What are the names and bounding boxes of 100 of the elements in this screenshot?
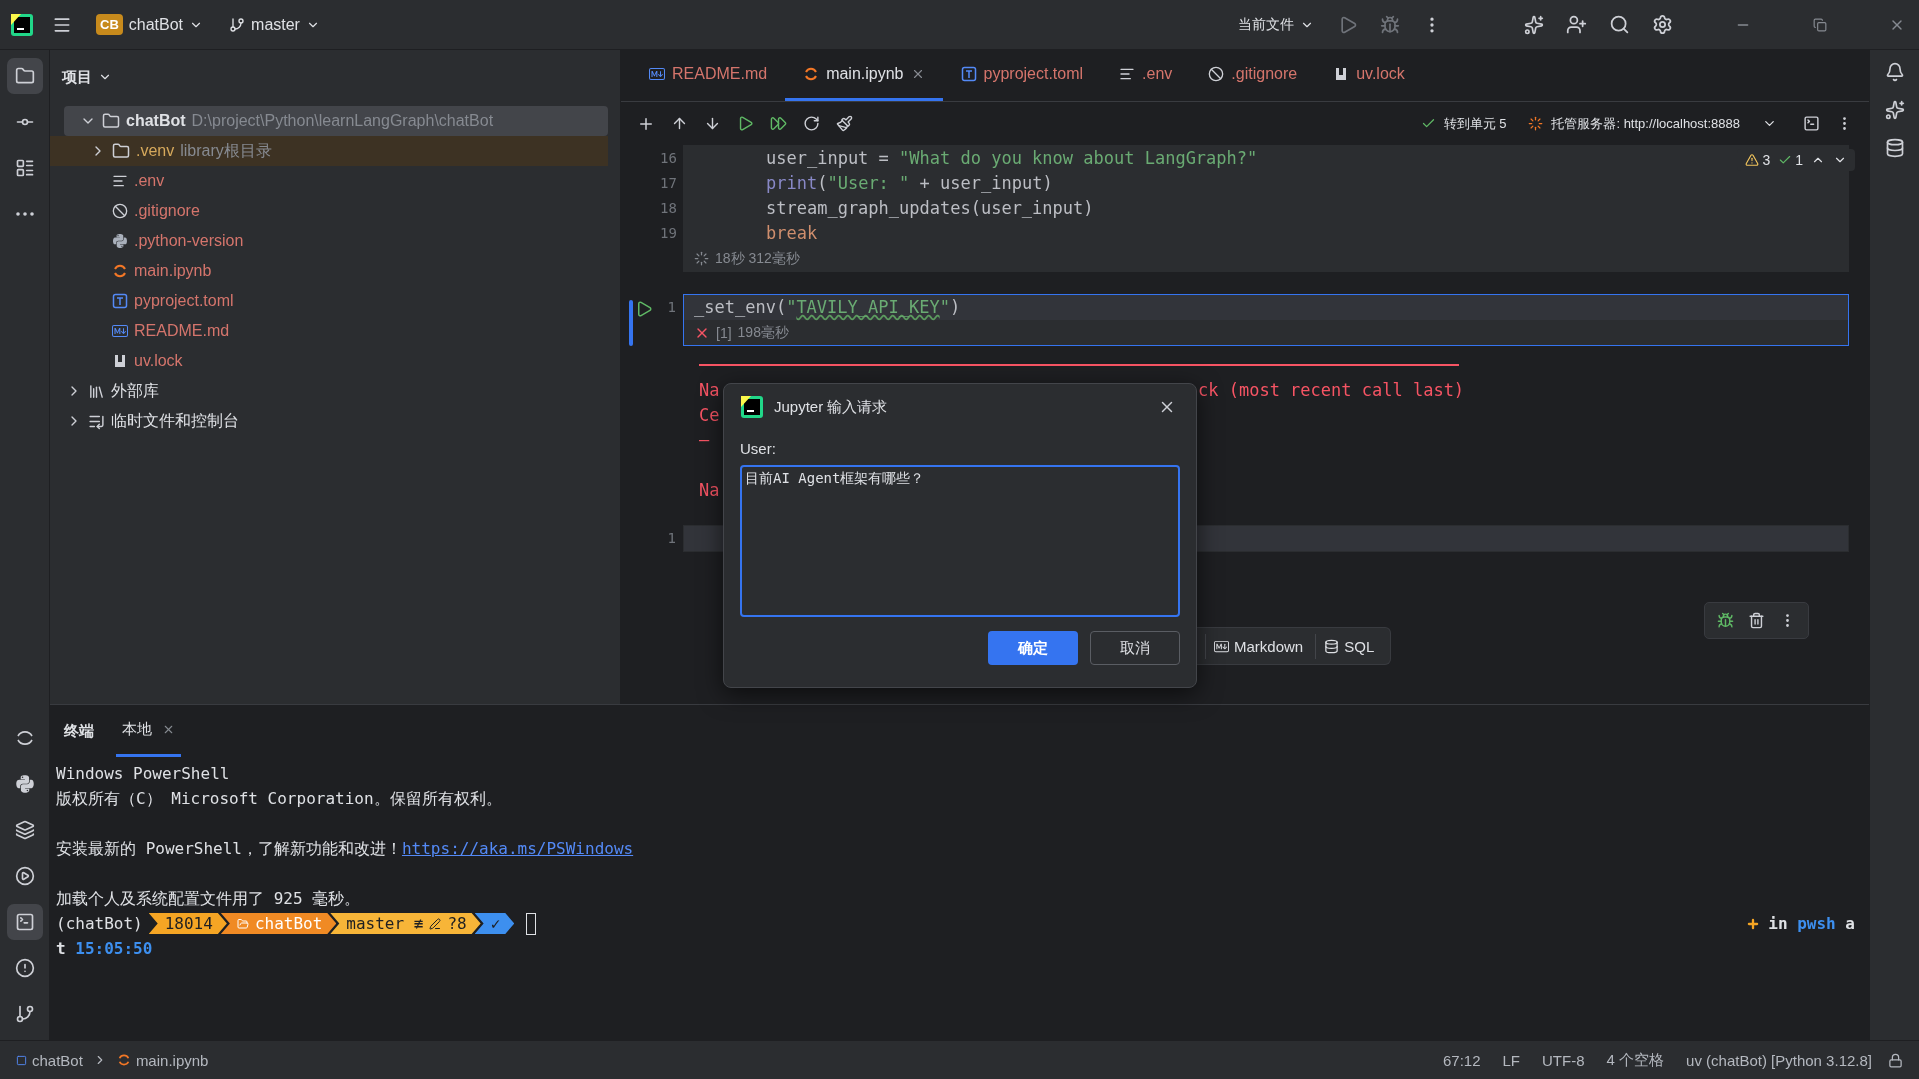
spinner-icon <box>1528 116 1544 131</box>
warning-count: 3 <box>1762 152 1771 168</box>
server-selector[interactable]: 托管服务器: http://localhost:8888 <box>1551 114 1740 133</box>
arc-icon <box>14 728 35 748</box>
status-item[interactable]: 4 个空格 <box>1600 1050 1671 1070</box>
folder-icon <box>236 917 249 930</box>
run-config-selector[interactable]: 当前文件 <box>1232 11 1320 38</box>
app-logo-icon[interactable] <box>740 395 764 419</box>
breadcrumb[interactable]: main.ipynb <box>135 1051 209 1069</box>
breadcrumb[interactable]: chatBot <box>32 1051 83 1069</box>
lock-icon[interactable] <box>1888 1052 1903 1068</box>
code-line: break <box>765 222 818 245</box>
app-logo-icon[interactable] <box>10 12 34 37</box>
tree-item[interactable]: .gitignore <box>50 196 608 226</box>
file-name: chatBot <box>126 112 186 130</box>
terminal-cursor <box>526 912 537 935</box>
project-selector[interactable]: CB chatBot <box>90 10 210 39</box>
terminal-text: Windows PowerShell <box>56 764 230 783</box>
ignore-file-icon <box>112 203 128 219</box>
prompt-segment: master ≢ ?8 <box>330 913 481 934</box>
field-label: User: <box>740 440 777 457</box>
input-field[interactable]: 目前AI Agent框架有哪些？ <box>740 465 1180 617</box>
code-line: _set_env("TAVILY_API_KEY") <box>694 296 961 319</box>
status-item[interactable]: UTF-8 <box>1536 1051 1591 1069</box>
line-number: 19 <box>660 224 676 243</box>
python-icon <box>112 233 128 249</box>
tree-item[interactable]: 外部库 <box>50 376 608 406</box>
tree-item[interactable]: .env <box>50 166 608 196</box>
markdown-icon <box>649 66 665 82</box>
tree-item[interactable]: chatBot D:\project\Python\learnLangGraph\chatBot <box>64 106 608 136</box>
terminal-icon <box>14 912 35 932</box>
folder-note: library根目录 <box>180 140 272 161</box>
notebook-icon <box>116 1053 131 1067</box>
notebook-icon <box>803 66 820 82</box>
status-item[interactable]: LF <box>1496 1051 1527 1069</box>
editor-tab[interactable]: uv.lock <box>1315 50 1423 101</box>
tree-item[interactable]: README.md <box>50 316 608 346</box>
layers-icon <box>14 820 35 840</box>
line-number: 1 <box>666 298 676 317</box>
tree-item[interactable]: .python-version <box>50 226 608 256</box>
error-text: — <box>699 429 710 452</box>
prompt-text: t <box>56 939 66 958</box>
file-name: uv.lock <box>134 352 183 370</box>
git-branch-icon <box>229 16 246 33</box>
add-cell-button[interactable]: SQL <box>1315 633 1383 659</box>
tree-item[interactable]: .venv library根目录 <box>50 136 608 166</box>
passed-count: 1 <box>1795 152 1803 168</box>
dialog-title: Jupyter 输入请求 <box>774 397 889 417</box>
error-text: Na <box>699 379 720 402</box>
execution-count: [1] <box>716 324 732 341</box>
database-icon <box>1324 638 1340 654</box>
terminal-text: 安装最新的 PowerShell，了解新功能和改进！ <box>56 839 402 858</box>
lock-file-icon <box>112 353 128 369</box>
ignore-file-icon <box>1208 66 1225 82</box>
editor-tab[interactable]: pyproject.toml <box>942 50 1102 101</box>
editor-tab[interactable]: .env <box>1101 50 1191 101</box>
execution-time: 18秒 312毫秒 <box>715 249 800 268</box>
panel-title: 项目 <box>62 67 92 87</box>
shell-name: pwsh <box>1797 913 1836 935</box>
file-name: .gitignore <box>134 202 200 220</box>
prompt-text: in <box>1768 913 1788 935</box>
go-to-cell-link[interactable]: 转到单元 5 <box>1443 114 1507 133</box>
file-name: 临时文件和控制台 <box>111 410 239 431</box>
prompt-segment: chatBot <box>220 913 337 934</box>
tree-item[interactable]: pyproject.toml <box>50 286 608 316</box>
library-icon <box>88 382 105 400</box>
prompt-time: 15:05:50 <box>75 939 153 958</box>
tree-item[interactable]: 临时文件和控制台 <box>50 406 608 436</box>
tool-window-button[interactable] <box>6 58 43 94</box>
tool-window-button[interactable] <box>6 904 43 940</box>
plus-icon <box>1746 916 1761 931</box>
alert-icon <box>14 958 35 978</box>
run-cell-icon[interactable] <box>635 300 653 318</box>
code-line: stream_graph_updates(user_input) <box>765 197 1094 220</box>
file-name: main.ipynb <box>134 262 212 280</box>
close-tab-icon[interactable] <box>162 723 175 736</box>
tree-item[interactable]: uv.lock <box>50 346 608 376</box>
tree-item[interactable]: main.ipynb <box>50 256 608 286</box>
add-cell-button[interactable]: Markdown <box>1205 633 1312 659</box>
terminal-tab[interactable]: 本地 <box>116 705 181 757</box>
line-number: 1 <box>666 529 676 548</box>
git-branch-icon <box>14 1004 35 1024</box>
ok-button[interactable]: 确定 <box>988 631 1078 665</box>
prompt-env: (chatBot) <box>56 913 143 935</box>
error-text: Ce <box>699 404 720 427</box>
toml-file-icon <box>960 66 977 82</box>
terminal-link[interactable]: https://aka.ms/PSWindows <box>401 839 634 858</box>
error-text: ck (most recent call last) <box>1198 379 1465 402</box>
cancel-button[interactable]: 取消 <box>1090 631 1180 665</box>
line-number: 17 <box>660 174 676 193</box>
editor-tab[interactable]: README.md <box>631 50 786 101</box>
toml-file-icon <box>112 293 128 309</box>
status-item[interactable]: uv (chatBot) [Python 3.12.8] <box>1680 1051 1878 1069</box>
branch-selector[interactable]: master <box>223 11 326 38</box>
line-number: 16 <box>660 149 676 168</box>
editor-tab[interactable]: .gitignore <box>1190 50 1316 101</box>
code-line: print("User: " + user_input) <box>765 172 1053 195</box>
warning-icon <box>1745 153 1760 167</box>
status-item[interactable]: 67:12 <box>1436 1051 1487 1069</box>
editor-tab[interactable]: main.ipynb <box>785 50 943 101</box>
